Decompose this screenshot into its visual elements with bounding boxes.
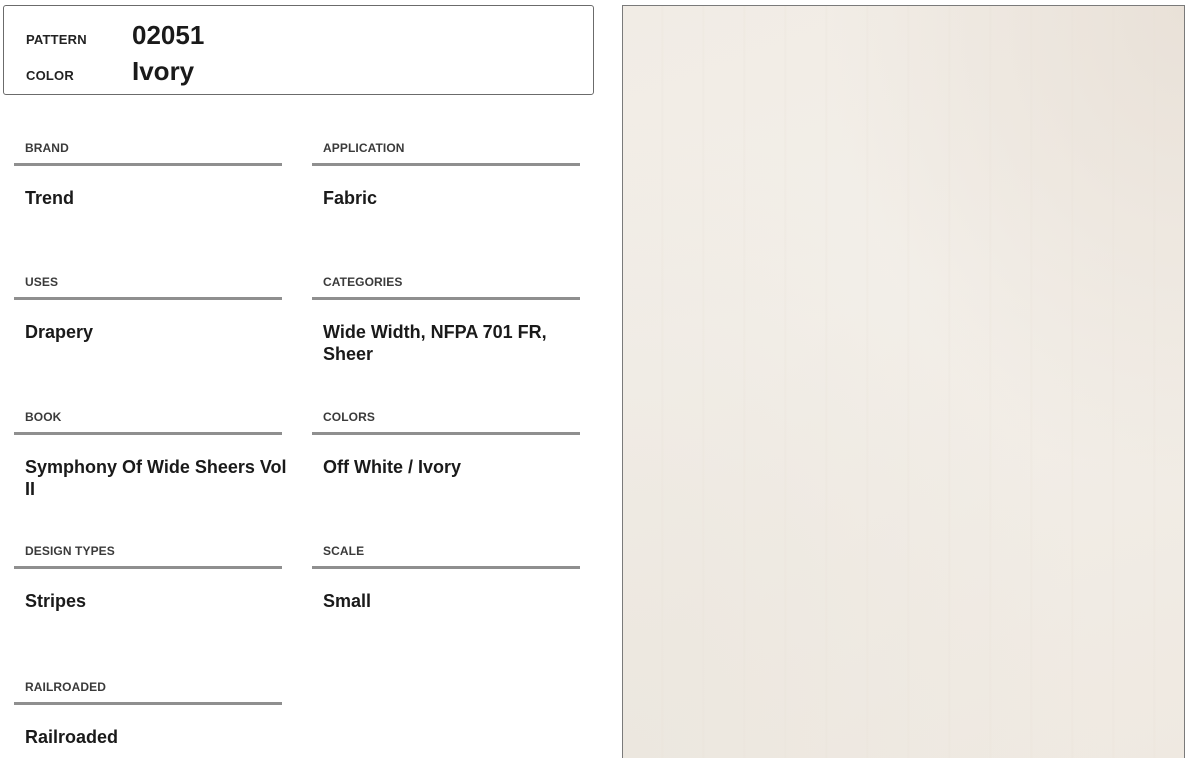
- divider: [14, 702, 282, 705]
- spec-value: Trend: [25, 188, 75, 208]
- spec-label: APPLICATION: [323, 141, 405, 155]
- spec-value: Symphony Of Wide Sheers Vol II: [25, 457, 287, 499]
- spec-value: Railroaded: [25, 727, 119, 747]
- spec-value: Off White / Ivory: [323, 457, 462, 477]
- spec-value: Stripes: [25, 591, 87, 611]
- divider: [14, 163, 282, 166]
- spec-value: Wide Width, NFPA 701 FR, Sheer: [323, 322, 547, 364]
- divider: [312, 432, 580, 435]
- spec-label: RAILROADED: [25, 680, 106, 694]
- divider: [312, 566, 580, 569]
- spec-label: BRAND: [25, 141, 69, 155]
- divider: [14, 297, 282, 300]
- spec-value: Fabric: [323, 188, 378, 208]
- pattern-label: PATTERN: [26, 32, 87, 47]
- divider: [312, 297, 580, 300]
- spec-value: Drapery: [25, 322, 94, 342]
- divider: [14, 566, 282, 569]
- pattern-color-header: PATTERN 02051 COLOR Ivory: [3, 5, 594, 95]
- spec-label: SCALE: [323, 544, 365, 558]
- fabric-swatch-image[interactable]: [622, 5, 1185, 758]
- divider: [14, 432, 282, 435]
- color-label: COLOR: [26, 68, 74, 83]
- spec-label: COLORS: [323, 410, 375, 424]
- spec-value: Small: [323, 591, 372, 611]
- product-detail-page: PATTERN 02051 COLOR Ivory BRAND Trend AP…: [0, 0, 1187, 758]
- pattern-value: 02051: [132, 20, 205, 50]
- color-value: Ivory: [132, 56, 195, 86]
- color-row: COLOR Ivory: [26, 56, 194, 86]
- divider: [312, 163, 580, 166]
- fabric-texture: [623, 6, 1184, 758]
- spec-label: USES: [25, 275, 59, 289]
- spec-label: DESIGN TYPES: [25, 544, 115, 558]
- spec-label: CATEGORIES: [323, 275, 403, 289]
- pattern-row: PATTERN 02051: [26, 20, 204, 50]
- spec-label: BOOK: [25, 410, 62, 424]
